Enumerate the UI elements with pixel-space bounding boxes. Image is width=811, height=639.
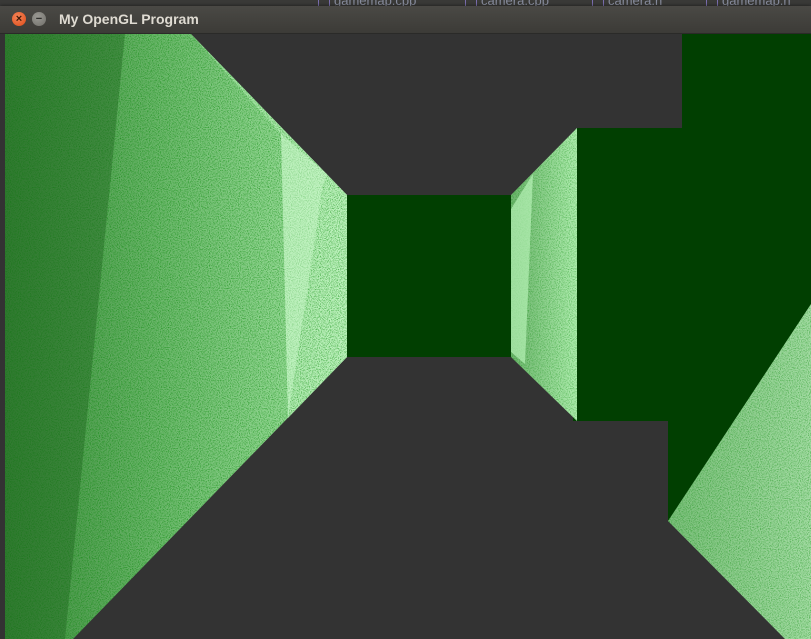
minimize-icon: − — [35, 12, 43, 25]
window-title: My OpenGL Program — [59, 11, 199, 27]
right-mid-dark-wall — [573, 128, 682, 421]
close-icon: × — [15, 12, 23, 25]
opengl-viewport[interactable] — [5, 34, 811, 639]
window-titlebar[interactable]: × − My OpenGL Program — [0, 6, 811, 34]
minimize-button[interactable]: − — [32, 12, 46, 26]
desktop: gamemap.cpp camera.cpp camera.h gamemap.… — [0, 0, 811, 639]
far-wall — [347, 195, 511, 357]
rendered-scene — [5, 34, 811, 639]
opengl-window: × − My OpenGL Program — [0, 6, 811, 639]
close-button[interactable]: × — [12, 12, 26, 26]
